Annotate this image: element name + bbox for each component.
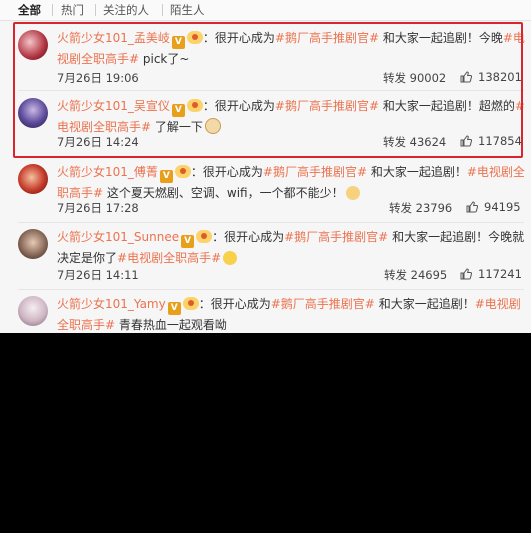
comment-date: 7月26日 14:11 (57, 268, 139, 282)
smile-emoji-icon (223, 251, 238, 265)
highlight-frame (13, 22, 523, 158)
avatar[interactable] (18, 229, 48, 259)
username-link[interactable]: 火箭少女101_Yamy (57, 297, 166, 311)
comment-date: 7月26日 17:28 (57, 201, 139, 215)
verified-badge-icon: V (167, 302, 181, 315)
username-link[interactable]: 火箭少女101_傅菁 (57, 165, 158, 179)
tab-divider (162, 4, 163, 16)
filter-tab-bar: 全部 热门 关注的人 陌生人 (0, 0, 531, 21)
hashtag-link[interactable]: #鹅厂高手推剧官# (284, 230, 388, 244)
vip-badge-icon (196, 230, 213, 243)
repost-button[interactable]: 转发 24695 (384, 267, 447, 283)
comment-text: 火箭少女101_傅菁 V ：很开心成为#鹅厂高手推剧官# 和大家一起追剧！#电视剧全… (57, 165, 525, 200)
tab-divider (52, 4, 53, 16)
username-link[interactable]: 火箭少女101_Sunnee (57, 230, 179, 244)
comment-text: 火箭少女101_Yamy V ：很开心成为#鹅厂高手推剧官# 和大家一起追剧！#电视… (57, 297, 521, 332)
tab-all[interactable]: 全部 (18, 3, 41, 17)
hashtag-link[interactable]: #电视剧全职高手# (117, 251, 221, 265)
like-button[interactable]: 117241 (460, 267, 522, 281)
comment-item: 火箭少女101_Yamy V ：很开心成为#鹅厂高手推剧官# 和大家一起追剧！#电视… (0, 290, 531, 333)
hashtag-link[interactable]: #鹅厂高手推剧官# (263, 165, 367, 179)
like-button[interactable]: 94195 (466, 200, 521, 214)
vip-badge-icon (174, 165, 191, 178)
hashtag-link[interactable]: #鹅厂高手推剧官# (271, 297, 375, 311)
verified-badge-icon: V (181, 235, 195, 248)
avatar[interactable] (18, 164, 48, 194)
tab-following[interactable]: 关注的人 (103, 3, 149, 17)
victory-hand-emoji-icon (345, 186, 360, 200)
avatar[interactable] (18, 296, 48, 326)
comment-feed-screen: 全部 热门 关注的人 陌生人 火箭少女101_孟美岐 V ：很开心成为#鹅厂高手推剧… (0, 0, 531, 333)
tab-strangers[interactable]: 陌生人 (170, 3, 205, 17)
comment-item: 火箭少女101_Sunnee V ：很开心成为#鹅厂高手推剧官# 和大家一起追剧！今… (0, 223, 531, 289)
tab-divider (95, 4, 96, 16)
verified-badge-icon: V (159, 170, 173, 183)
thumbs-up-icon (466, 201, 478, 213)
vip-badge-icon (182, 297, 199, 310)
tab-hot[interactable]: 热门 (61, 3, 84, 17)
repost-button[interactable]: 转发 23796 (389, 200, 452, 216)
comment-item: 火箭少女101_傅菁 V ：很开心成为#鹅厂高手推剧官# 和大家一起追剧！#电视剧全… (0, 158, 531, 222)
thumbs-up-icon (460, 268, 472, 280)
comment-text: 火箭少女101_Sunnee V ：很开心成为#鹅厂高手推剧官# 和大家一起追剧！今… (57, 230, 525, 265)
